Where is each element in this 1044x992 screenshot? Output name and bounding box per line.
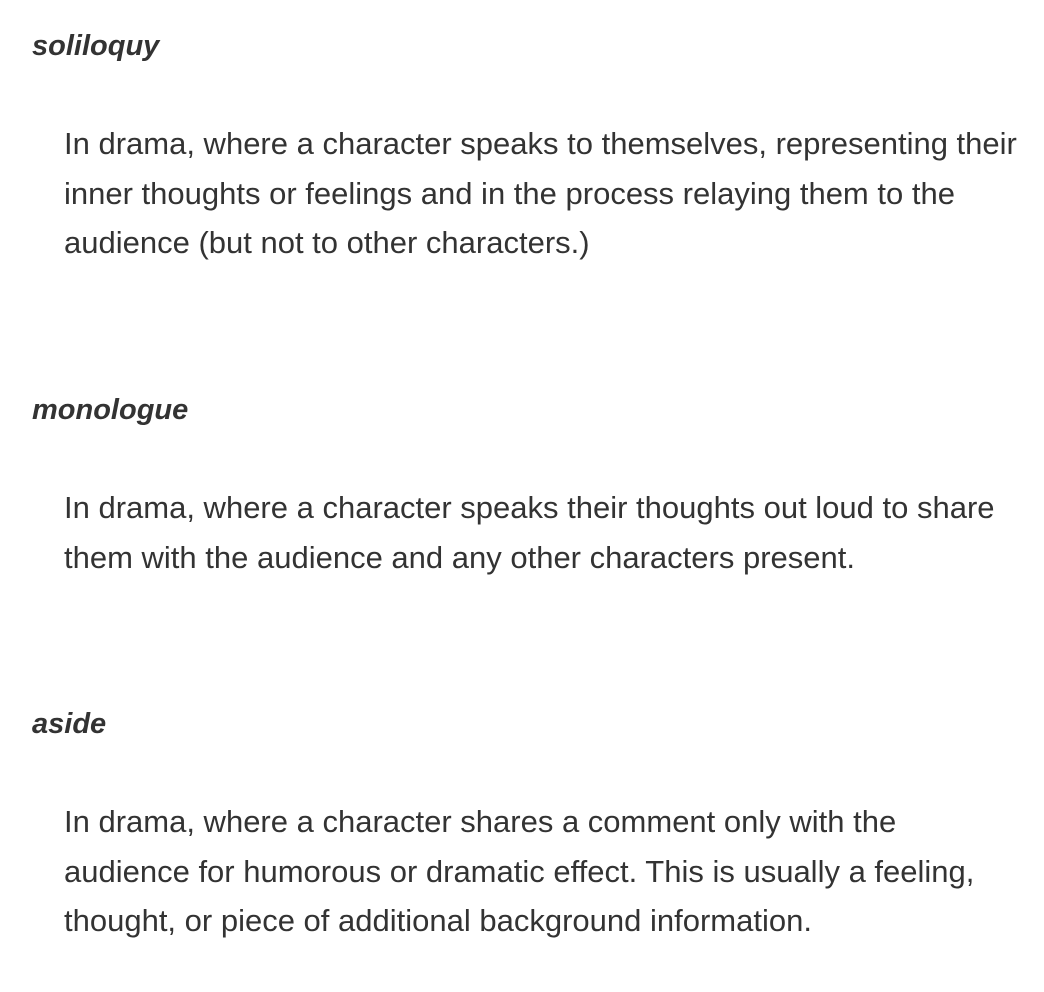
glossary-term: aside xyxy=(32,708,107,740)
glossary-definition: In drama, where a character shares a com… xyxy=(64,804,975,938)
glossary-term: soliloquy xyxy=(32,30,160,62)
glossary-definition: In drama, where a character speaks their… xyxy=(64,490,995,575)
glossary-term: monologue xyxy=(32,394,189,426)
glossary-list: soliloquy In drama, where a character sp… xyxy=(0,0,1044,992)
glossary-definition: In drama, where a character speaks to th… xyxy=(64,126,1017,260)
